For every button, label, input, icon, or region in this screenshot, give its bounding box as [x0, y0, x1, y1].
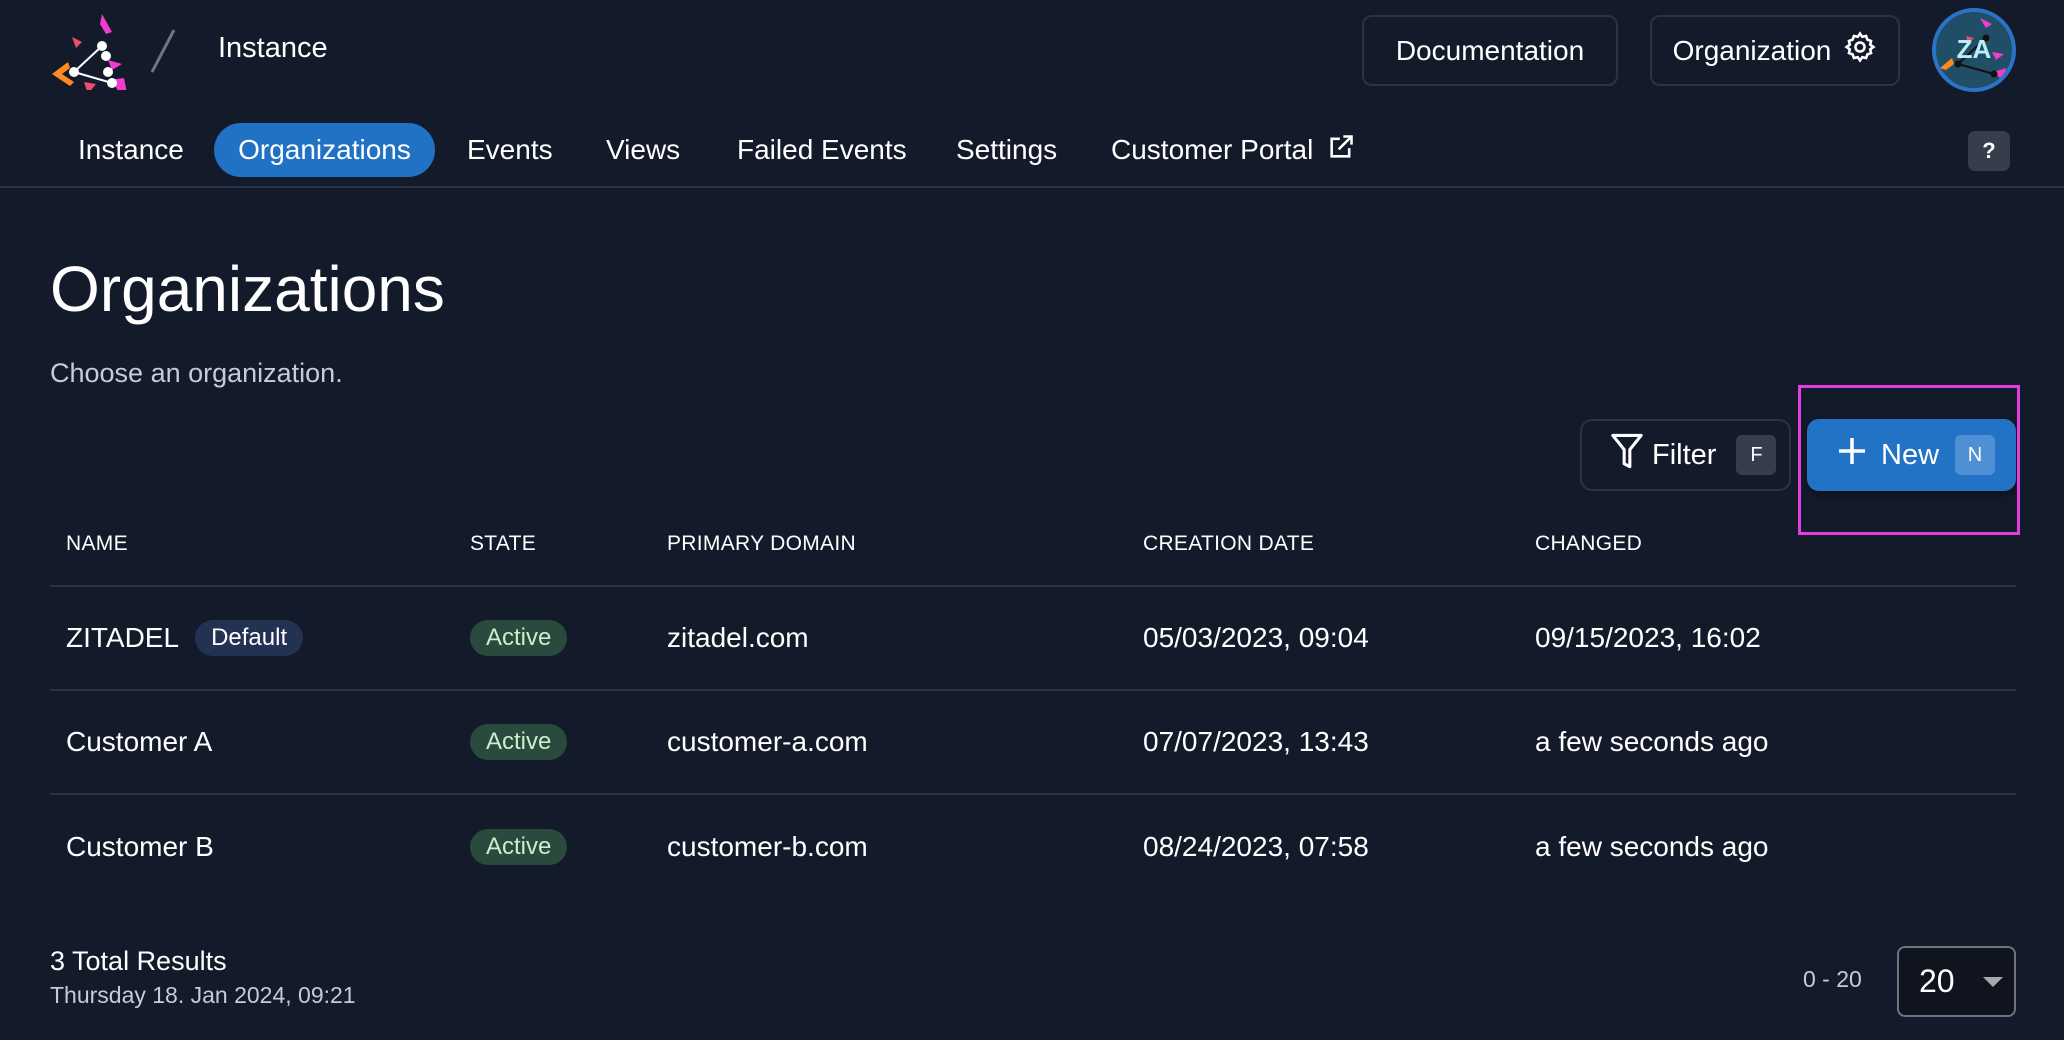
filter-shortcut-key: F — [1736, 435, 1777, 475]
nav-tab-events[interactable]: Events — [443, 123, 577, 177]
user-avatar[interactable]: ZA — [1932, 8, 2016, 92]
nav-tab-failed-events[interactable]: Failed Events — [713, 123, 931, 177]
nav-tab-label: Instance — [78, 134, 184, 165]
changed-date: 09/15/2023, 16:02 — [1535, 622, 1761, 653]
documentation-label: Documentation — [1395, 34, 1585, 66]
page-subtitle: Choose an organization. — [50, 358, 343, 388]
filter-button[interactable]: Filter F — [1580, 419, 1791, 491]
org-name: ZITADEL — [66, 622, 180, 653]
highlight-annotation — [1798, 385, 2020, 535]
breadcrumb-instance[interactable]: Instance — [218, 32, 328, 65]
column-header-name[interactable]: NAME — [66, 532, 128, 556]
default-badge: Default — [195, 620, 304, 656]
table-row[interactable]: Customer B Active customer-b.com 08/24/2… — [0, 795, 2064, 899]
main-nav: Instance Organizations Events Views Fail… — [0, 118, 2064, 184]
page-size-select[interactable]: 20 — [1897, 946, 2016, 1017]
total-results: 3 Total Results — [50, 946, 227, 976]
nav-tab-label: Events — [467, 134, 553, 165]
primary-domain: customer-b.com — [667, 831, 868, 862]
avatar-initials: ZA — [1957, 34, 1992, 64]
table-row[interactable]: ZITADEL Default Active zitadel.com 05/03… — [0, 586, 2064, 690]
page-size-value: 20 — [1919, 963, 1955, 999]
changed-date: a few seconds ago — [1535, 831, 1769, 862]
nav-tab-label: Customer Portal — [1111, 134, 1314, 165]
breadcrumb-separator — [148, 28, 178, 74]
nav-divider — [0, 186, 2064, 188]
org-name: Customer B — [66, 831, 214, 862]
documentation-button[interactable]: Documentation — [1362, 15, 1618, 86]
column-header-state[interactable]: STATE — [470, 532, 536, 556]
column-header-changed[interactable]: CHANGED — [1535, 532, 1642, 556]
creation-date: 05/03/2023, 09:04 — [1143, 622, 1369, 653]
results-timestamp: Thursday 18. Jan 2024, 09:21 — [50, 982, 356, 1008]
organization-label: Organization — [1672, 34, 1832, 66]
nav-tab-label: Settings — [956, 134, 1058, 165]
changed-date: a few seconds ago — [1535, 726, 1769, 757]
nav-tab-label: Views — [606, 134, 681, 165]
table-row[interactable]: Customer A Active customer-a.com 07/07/2… — [0, 690, 2064, 794]
nav-tab-organizations[interactable]: Organizations — [214, 123, 435, 177]
chevron-down-icon — [1982, 976, 2003, 987]
gear-icon — [1843, 30, 1877, 71]
filter-icon — [1610, 432, 1644, 478]
nav-tab-label: Organizations — [238, 134, 411, 165]
zitadel-logo[interactable] — [50, 12, 132, 98]
page-range: 0 - 20 — [1803, 966, 1862, 992]
nav-tab-views[interactable]: Views — [582, 123, 704, 177]
state-badge: Active — [470, 724, 568, 760]
nav-tab-label: Failed Events — [737, 134, 907, 165]
page-title: Organizations — [50, 253, 445, 325]
organization-settings-button[interactable]: Organization — [1650, 15, 1900, 86]
nav-tab-instance[interactable]: Instance — [54, 123, 208, 177]
creation-date: 07/07/2023, 13:43 — [1143, 726, 1369, 757]
column-header-creation-date[interactable]: CREATION DATE — [1143, 532, 1314, 556]
state-badge: Active — [470, 829, 568, 865]
external-link-icon — [1327, 133, 1355, 168]
nav-tab-settings[interactable]: Settings — [932, 123, 1081, 177]
filter-label: Filter — [1652, 438, 1717, 471]
org-name: Customer A — [66, 726, 213, 757]
nav-tab-customer-portal[interactable]: Customer Portal — [1087, 123, 1379, 177]
primary-domain: customer-a.com — [667, 726, 868, 757]
primary-domain: zitadel.com — [667, 622, 809, 653]
column-header-primary-domain[interactable]: PRIMARY DOMAIN — [667, 532, 856, 556]
state-badge: Active — [470, 620, 568, 656]
creation-date: 08/24/2023, 07:58 — [1143, 831, 1369, 862]
help-button[interactable]: ? — [1968, 131, 2010, 171]
